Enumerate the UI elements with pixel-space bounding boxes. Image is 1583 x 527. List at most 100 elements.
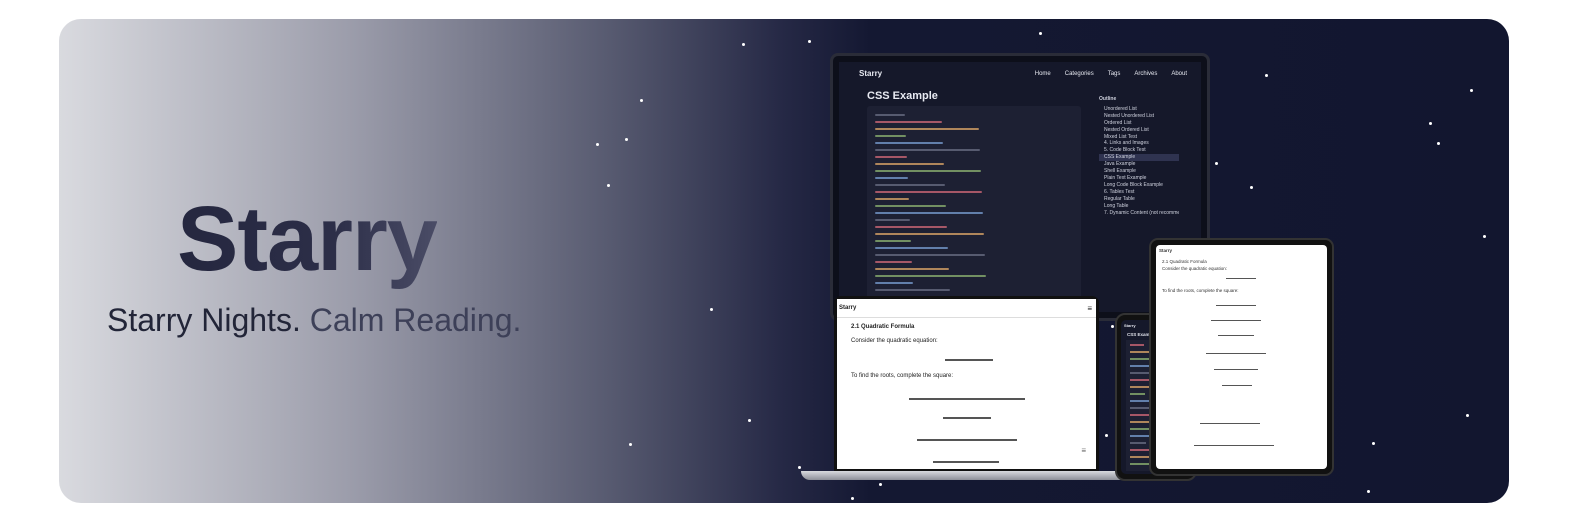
outline-item[interactable]: 7. Dynamic Content (not recommended dire… [1099, 210, 1179, 217]
outline-item[interactable]: Java Example [1099, 161, 1179, 168]
equation [943, 417, 991, 419]
tagline-part1: Starry Nights. [107, 302, 301, 338]
outline-item[interactable]: 5. Code Block Test [1099, 147, 1179, 154]
outline-item[interactable]: CSS Example [1099, 154, 1179, 162]
tablet-intro: Consider the quadratic equation: [1162, 266, 1228, 271]
tablet-section: 2.1 Quadratic Formula [1162, 259, 1207, 264]
toc-toggle-icon[interactable]: ≡ [1081, 446, 1086, 455]
tagline-part2: Calm Reading. [309, 302, 522, 338]
star [742, 43, 745, 46]
star [748, 419, 751, 422]
code-line [875, 275, 986, 277]
outline-item[interactable]: Unordered List [1099, 106, 1179, 113]
outline-item[interactable]: Nested Ordered List [1099, 127, 1179, 134]
outline-item[interactable]: 4. Links and Images [1099, 140, 1179, 147]
code-line [875, 114, 905, 116]
star [1250, 186, 1253, 189]
nav-archives[interactable]: Archives [1134, 71, 1157, 77]
equation [1226, 278, 1256, 279]
star [1215, 162, 1218, 165]
hero-tagline: Starry Nights. Calm Reading. [107, 302, 521, 339]
laptop-section: 2.1 Quadratic Formula [851, 324, 915, 330]
star [710, 308, 713, 311]
code-line [875, 240, 911, 242]
desktop-screen: Starry Home Categories Tags Archives Abo… [839, 62, 1201, 312]
code-line [1130, 358, 1150, 360]
nav-about[interactable]: About [1171, 71, 1187, 77]
outline-item[interactable]: Nested Unordered List [1099, 113, 1179, 120]
star [596, 143, 599, 146]
outline-heading: Outline [1099, 96, 1117, 102]
star [1437, 142, 1440, 145]
code-line [875, 212, 983, 214]
code-line [875, 198, 909, 200]
desktop-brand: Starry [859, 68, 883, 78]
equation [909, 398, 1025, 400]
equation [1216, 305, 1256, 306]
equation [933, 461, 999, 463]
outline-item[interactable]: Mixed List Test [1099, 134, 1179, 141]
star [1111, 325, 1114, 328]
code-line [875, 184, 945, 186]
menu-icon[interactable]: ≡ [1087, 304, 1092, 313]
code-line [875, 163, 944, 165]
code-line [875, 268, 949, 270]
star [640, 99, 643, 102]
star [629, 443, 632, 446]
laptop-base [801, 471, 1131, 480]
equation [1214, 369, 1258, 370]
star [1367, 490, 1370, 493]
code-line [875, 128, 979, 130]
code-line [875, 135, 906, 137]
phone-brand: Starry [1124, 323, 1136, 328]
star [798, 466, 801, 469]
laptop-screen: Starry ≡ 2.1 Quadratic Formula Consider … [837, 299, 1096, 469]
nav-tags[interactable]: Tags [1108, 71, 1121, 77]
nav-categories[interactable]: Categories [1065, 71, 1094, 77]
outline-item[interactable]: Long Code Block Example [1099, 182, 1179, 189]
equation [1222, 385, 1252, 386]
code-line [875, 254, 985, 256]
code-line [875, 247, 948, 249]
star [808, 40, 811, 43]
outline-item[interactable]: Long Table [1099, 203, 1179, 210]
star [1429, 122, 1432, 125]
code-line [875, 170, 981, 172]
desktop-navbar: Starry Home Categories Tags Archives Abo… [859, 66, 1187, 80]
outline-item[interactable]: Plain Text Example [1099, 175, 1179, 182]
equation [1194, 445, 1274, 446]
outline-panel: Outline Unordered List Nested Unordered L… [1099, 96, 1179, 216]
laptop-mockup: Starry ≡ 2.1 Quadratic Formula Consider … [834, 296, 1099, 471]
outline-item[interactable]: Regular Table [1099, 196, 1179, 203]
code-line [875, 261, 912, 263]
star [1372, 442, 1375, 445]
tablet-step: To find the roots, complete the square: [1162, 288, 1239, 293]
hero-banner: Starry Starry Nights. Calm Reading. Star… [59, 19, 1509, 503]
star [1105, 434, 1108, 437]
outline-item[interactable]: 6. Tables Test [1099, 189, 1179, 196]
code-line [875, 289, 950, 291]
outline-item[interactable]: Ordered List [1099, 120, 1179, 127]
desktop-page-title: CSS Example [867, 90, 938, 102]
code-line [875, 205, 946, 207]
outline-list: Unordered List Nested Unordered List Order… [1099, 106, 1179, 217]
equation [1218, 335, 1254, 336]
equation [1206, 353, 1266, 354]
star [851, 497, 854, 500]
tablet-mockup: Starry 2.1 Quadratic Formula Consider th… [1149, 238, 1334, 476]
tablet-screen: Starry 2.1 Quadratic Formula Consider th… [1156, 245, 1327, 469]
star [625, 138, 628, 141]
nav-home[interactable]: Home [1035, 71, 1051, 77]
star [1039, 32, 1042, 35]
laptop-intro: Consider the quadratic equation: [851, 338, 938, 344]
code-line [875, 156, 907, 158]
star [607, 184, 610, 187]
code-line [875, 121, 942, 123]
outline-item[interactable]: Shell Example [1099, 168, 1179, 175]
code-line [1130, 442, 1146, 444]
hero-title: Starry [177, 188, 438, 290]
code-line [1130, 344, 1144, 346]
equation [917, 439, 1017, 441]
code-line [875, 191, 982, 193]
code-block [867, 106, 1081, 306]
